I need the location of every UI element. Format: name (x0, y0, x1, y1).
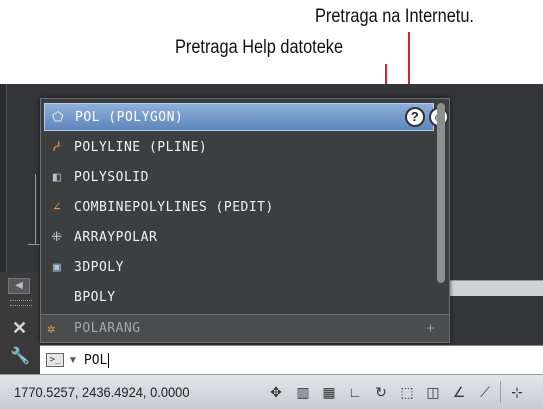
arraypolar-icon: ⁜ (51, 229, 63, 245)
separator (500, 381, 501, 403)
item-label: ARRAYPOLAR (74, 229, 158, 245)
item-label: 3DPOLY (74, 259, 124, 275)
status-bar: 1770.5257, 2436.4924, 0.0000 ✥ ▥ ▦ ∟ ↻ ⬚… (0, 374, 543, 409)
item-label: POL (POLYGON) (75, 109, 184, 125)
text-caret (108, 352, 110, 368)
list-item[interactable]: ∠ COMBINEPOLYLINES (PEDIT) (44, 193, 434, 221)
help-search-icon[interactable]: ? (405, 107, 425, 127)
ortho-icon[interactable]: ∟ (344, 381, 366, 403)
item-label: BPOLY (74, 289, 116, 305)
list-item[interactable]: ▣ 3DPOLY (44, 253, 434, 281)
item-label: POLARANG (74, 321, 141, 336)
blank-icon (47, 288, 67, 306)
scroll-left-icon[interactable]: ◀ (8, 278, 30, 294)
command-line[interactable]: >_ ▼ POL (40, 345, 543, 374)
customize-wrench-icon[interactable]: 🔧 (10, 346, 30, 366)
command-prompt-icon[interactable]: >_ (46, 353, 64, 367)
polyline-icon: ᓱ (52, 139, 62, 155)
polygon-icon: ⬠ (52, 109, 64, 125)
grid-icon[interactable]: ▦ (318, 381, 340, 403)
list-item[interactable]: ⬠ POL (POLYGON) ? ◉ (44, 103, 449, 131)
item-label: COMBINEPOLYLINES (PEDIT) (74, 199, 274, 215)
model-space-icon[interactable]: ✥ (265, 381, 287, 403)
recent-commands-dropdown-icon[interactable]: ▼ (68, 355, 78, 366)
list-item-sysvar[interactable]: ✲ POLARANG + (41, 314, 449, 342)
dynamic-ucs-icon[interactable]: ⟋ (474, 381, 496, 403)
sysvar-icon: ✲ (47, 320, 56, 337)
polar-tracking-icon[interactable]: ↻ (370, 381, 392, 403)
annotation-internet-search: Pretraga na Internetu. (315, 6, 474, 27)
list-item[interactable]: ᓱ POLYLINE (PLINE) (44, 133, 434, 161)
item-label: POLYSOLID (74, 169, 149, 185)
command-input[interactable]: POL (84, 353, 107, 368)
crosshair-vertical (35, 174, 36, 244)
item-label: POLYLINE (PLINE) (74, 139, 208, 155)
close-icon[interactable]: ✕ (12, 318, 27, 339)
coordinate-readout[interactable]: 1770.5257, 2436.4924, 0.0000 (14, 384, 189, 400)
polysolid-icon: ◧ (52, 169, 62, 185)
list-item[interactable]: ⁜ ARRAYPOLAR (44, 223, 434, 251)
annotation-help-search: Pretraga Help datoteke (175, 37, 344, 58)
object-snap-icon[interactable]: ∠ (448, 381, 470, 403)
list-item[interactable]: ◧ POLYSOLID (44, 163, 434, 191)
snap-icon[interactable]: ▥ (292, 381, 314, 403)
object-snap-tracking-icon[interactable]: ◫ (422, 381, 444, 403)
pedit-icon: ∠ (52, 199, 62, 215)
command-autocomplete-list: ⬠ POL (POLYGON) ? ◉ ᓱ POLYLINE (PLINE) ◧… (40, 98, 450, 343)
lineweight-icon[interactable]: ⊹ (506, 381, 528, 403)
isodraft-icon[interactable]: ⬚ (396, 381, 418, 403)
grip-handle-icon[interactable] (10, 300, 32, 306)
list-item[interactable]: BPOLY (44, 283, 434, 311)
3dpoly-icon: ▣ (52, 259, 62, 275)
expand-plus-icon[interactable]: + (427, 321, 435, 336)
list-scrollbar[interactable] (437, 103, 445, 283)
